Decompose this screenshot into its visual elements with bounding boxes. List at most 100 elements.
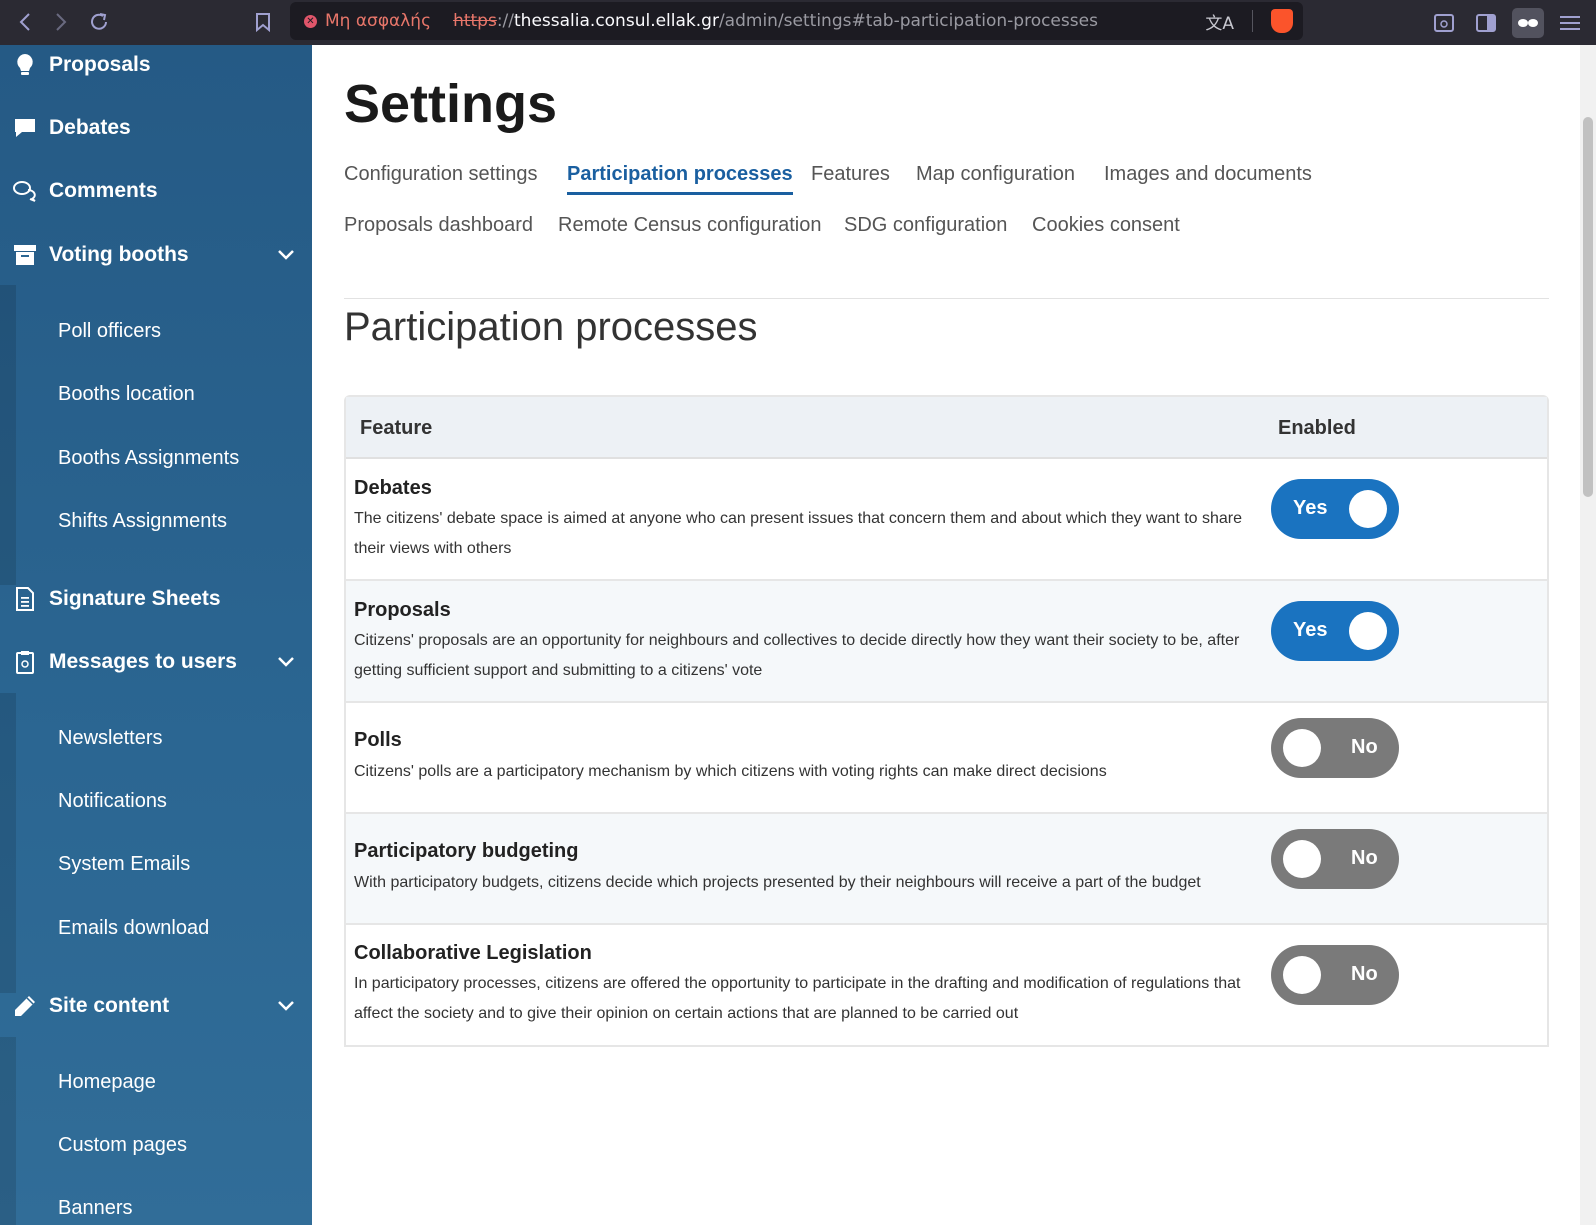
main-content: Settings Configuration settings Particip… (312, 45, 1580, 1225)
sidebar-item-label: Voting booths (49, 243, 189, 266)
menu-icon[interactable] (1554, 8, 1586, 38)
sidebar-subitem-label: Banners (58, 1196, 133, 1219)
participatory-budgeting-toggle[interactable]: No (1271, 829, 1399, 889)
brave-shield-icon[interactable] (1271, 9, 1293, 33)
chevron-down-icon[interactable] (276, 996, 296, 1016)
sidebar-item-label: Debates (49, 116, 131, 139)
sidebar-subitem-label: Booths location (58, 382, 195, 405)
tab-sdg-configuration[interactable]: SDG configuration (844, 214, 1007, 237)
table-header: Feature Enabled (346, 397, 1547, 459)
sidebar-icon[interactable] (1470, 8, 1502, 38)
reload-icon[interactable] (82, 5, 116, 39)
sidebar-subitem-label: System Emails (58, 852, 191, 875)
insecure-icon: ✕ (304, 14, 317, 28)
url-divider (1252, 10, 1253, 32)
browser-toolbar: ✕ Μη ασφαλής https://thessalia.consul.el… (0, 0, 1596, 45)
url-separator: :// (496, 11, 515, 31)
feature-description: Citizens' polls are a participatory mech… (354, 763, 1107, 780)
sidebar-item-voting-booths[interactable]: Voting booths (0, 230, 312, 280)
sidebar-item-comments[interactable]: Comments (0, 166, 312, 216)
sidebar-item-debates[interactable]: Debates (0, 103, 312, 153)
sidebar-item-label: Signature Sheets (49, 587, 221, 610)
table-row: Collaborative Legislation In participato… (346, 925, 1547, 1045)
sidebar-item-label: Proposals (49, 53, 151, 76)
pencil-icon (12, 993, 38, 1019)
sidebar-subitem-system-emails[interactable]: System Emails (0, 842, 312, 886)
sidebar-subitem-booths-location[interactable]: Booths location (0, 372, 312, 416)
column-header-enabled: Enabled (1278, 417, 1356, 439)
archive-box-icon (12, 242, 38, 268)
feature-name: Polls (354, 729, 402, 751)
table-row: Polls Citizens' polls are a participator… (346, 703, 1547, 814)
sidebar-subitem-shifts-assignments[interactable]: Shifts Assignments (0, 499, 312, 543)
tab-participation-processes[interactable]: Participation processes (567, 163, 793, 195)
sidebar-subitem-label: Shifts Assignments (58, 509, 227, 532)
toggle-label: Yes (1293, 497, 1328, 519)
sidebar-subitem-label: Custom pages (58, 1133, 187, 1156)
sidebar-subitem-label: Notifications (58, 789, 167, 812)
debates-toggle[interactable]: Yes (1271, 479, 1399, 539)
sidebar-item-proposals[interactable]: Proposals (0, 45, 312, 90)
polls-toggle[interactable]: No (1271, 718, 1399, 778)
sidebar-item-messages-to-users[interactable]: Messages to users (0, 637, 312, 687)
tab-cookies-consent[interactable]: Cookies consent (1032, 214, 1180, 237)
chevron-down-icon[interactable] (276, 245, 296, 265)
sidebar-subitem-notifications[interactable]: Notifications (0, 779, 312, 823)
sidebar-item-label: Site content (49, 994, 170, 1017)
url-host: thessalia.consul.ellak.gr (514, 11, 719, 31)
sidebar-subitem-booths-assignments[interactable]: Booths Assignments (0, 436, 312, 480)
table-row: Participatory budgeting With participato… (346, 814, 1547, 925)
sidebar-subitem-poll-officers[interactable]: Poll officers (0, 309, 312, 353)
feature-description: In participatory processes, citizens are… (354, 975, 1241, 1022)
tab-proposals-dashboard[interactable]: Proposals dashboard (344, 214, 533, 237)
sidebar-subitem-label: Booths Assignments (58, 446, 240, 469)
sidebar-subitem-custom-pages[interactable]: Custom pages (0, 1123, 312, 1167)
toggle-label: Yes (1293, 619, 1328, 641)
sidebar-subitem-label: Poll officers (58, 319, 162, 342)
back-icon[interactable] (8, 5, 42, 39)
forward-icon[interactable] (44, 5, 78, 39)
collaborative-legislation-toggle[interactable]: No (1271, 945, 1399, 1005)
table-row: Proposals Citizens' proposals are an opp… (346, 581, 1547, 703)
feature-name: Collaborative Legislation (354, 942, 592, 964)
feature-name: Proposals (354, 599, 451, 621)
sidebar-item-signature-sheets[interactable]: Signature Sheets (0, 574, 312, 624)
url-path: /admin/settings#tab-participation-proces… (718, 11, 1098, 31)
sidebar-item-site-content[interactable]: Site content (0, 981, 312, 1031)
sidebar-subitem-homepage[interactable]: Homepage (0, 1060, 312, 1104)
bookmark-icon[interactable] (246, 5, 280, 39)
sidebar-subitem-emails-download[interactable]: Emails download (0, 906, 312, 950)
chevron-down-icon[interactable] (276, 652, 296, 672)
tab-configuration-settings[interactable]: Configuration settings (344, 163, 537, 186)
translate-icon[interactable]: 文A (1205, 9, 1234, 34)
address-bar[interactable]: ✕ Μη ασφαλής https://thessalia.consul.el… (290, 2, 1303, 40)
tab-features[interactable]: Features (811, 163, 890, 186)
page-scrollbar[interactable] (1580, 45, 1596, 1225)
tab-images-and-documents[interactable]: Images and documents (1104, 163, 1312, 186)
toggle-knob (1283, 729, 1321, 767)
features-table: Feature Enabled Debates The citizens' de… (344, 395, 1549, 1047)
sidebar-subitem-label: Emails download (58, 916, 210, 939)
sidebar-item-label: Comments (49, 179, 158, 202)
toggle-knob (1349, 490, 1387, 528)
proposals-toggle[interactable]: Yes (1271, 601, 1399, 661)
comments-icon (12, 178, 38, 204)
toggle-knob (1283, 956, 1321, 994)
scrollbar-thumb[interactable] (1583, 117, 1593, 497)
table-row: Debates The citizens' debate space is ai… (346, 459, 1547, 581)
feature-description: With participatory budgets, citizens dec… (354, 874, 1201, 891)
tab-remote-census-configuration[interactable]: Remote Census configuration (558, 214, 821, 237)
tab-map-configuration[interactable]: Map configuration (916, 163, 1075, 186)
url-scheme: https (453, 11, 497, 31)
insecure-label[interactable]: Μη ασφαλής (325, 11, 431, 31)
settings-tabs: Configuration settings Participation pro… (344, 153, 1549, 299)
admin-sidebar: Proposals Debates Comments Voting booths… (0, 45, 312, 1225)
sidebar-subitem-newsletters[interactable]: Newsletters (0, 716, 312, 760)
toggle-label: No (1351, 736, 1378, 758)
toggle-label: No (1351, 847, 1378, 869)
private-icon[interactable] (1512, 7, 1544, 38)
column-header-feature: Feature (360, 417, 433, 439)
reader-icon[interactable] (1428, 8, 1460, 38)
feature-description: The citizens' debate space is aimed at a… (354, 510, 1243, 557)
sidebar-subitem-banners[interactable]: Banners (0, 1186, 312, 1225)
